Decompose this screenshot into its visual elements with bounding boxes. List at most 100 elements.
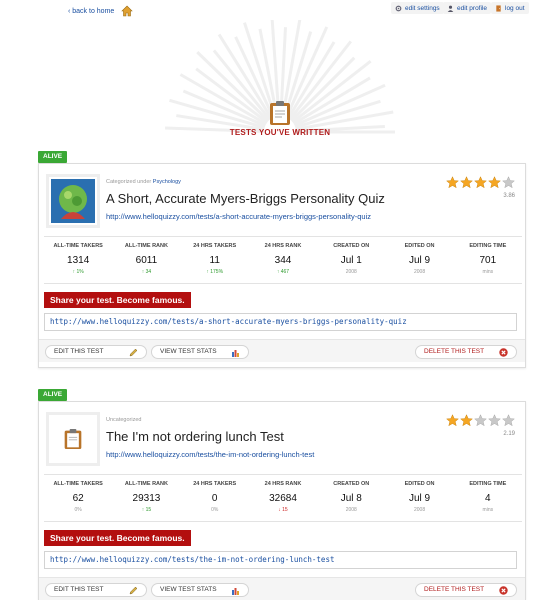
globe-brain-icon (51, 179, 95, 223)
log-out-label: log out (505, 4, 525, 12)
stat-all-time-takers: ALL-TIME TAKERS 62 0% (44, 475, 112, 521)
share-url-field[interactable]: http://www.helloquizzy.com/tests/a-short… (44, 313, 517, 331)
stat-24hrs-rank: 24 HRS RANK 32684 ↓ 15 (249, 475, 317, 521)
delete-icon (499, 347, 508, 357)
delete-test-button[interactable]: DELETE THIS TEST (415, 345, 517, 359)
star-filled-icon[interactable] (460, 414, 473, 427)
stat-label: EDITING TIME (469, 481, 507, 487)
star-filled-icon[interactable] (446, 414, 459, 427)
stat-year: 2008 (345, 507, 357, 513)
stat-24hrs-takers: 24 HRS TAKERS 11 ↑ 175% (181, 237, 249, 283)
stat-change: ↑ 15 (141, 507, 152, 513)
stats-row: ALL-TIME TAKERS 1314 ↑ 1% ALL-TIME RANK … (44, 236, 522, 284)
edit-test-button[interactable]: EDIT THIS TEST (45, 583, 147, 597)
test-card: Uncategorized The I'm not ordering lunch… (38, 401, 526, 600)
star-filled-icon[interactable] (488, 176, 501, 189)
stat-all-time-rank: ALL-TIME RANK 29313 ↑ 15 (112, 475, 180, 521)
top-bar: ‹ back to home edit settings edit profil… (0, 0, 560, 22)
stat-value: 4 (485, 493, 491, 504)
delete-test-label: DELETE THIS TEST (424, 586, 485, 593)
log-out-link[interactable]: log out (491, 2, 529, 14)
status-badge: ALIVE (38, 151, 68, 163)
star-rating[interactable] (446, 414, 515, 427)
edit-settings-link[interactable]: edit settings (391, 2, 444, 14)
test-title[interactable]: The I'm not ordering lunch Test (106, 429, 284, 444)
stat-all-time-takers: ALL-TIME TAKERS 1314 ↑ 1% (44, 237, 112, 283)
home-icon[interactable] (121, 5, 133, 17)
stat-value: Jul 9 (408, 493, 431, 504)
stat-label: 24 HRS RANK (264, 243, 302, 249)
test-url-link[interactable]: http://www.helloquizzy.com/tests/a-short… (106, 212, 371, 221)
edit-settings-label: edit settings (405, 4, 440, 12)
stat-label: 24 HRS TAKERS (193, 481, 237, 487)
stat-editing-time: EDITING TIME 701 mins (454, 237, 522, 283)
stat-change: ↑ 34 (141, 269, 152, 275)
stat-change: ↓ 15 (278, 507, 288, 513)
star-filled-icon[interactable] (460, 176, 473, 189)
delete-test-button[interactable]: DELETE THIS TEST (415, 583, 517, 597)
view-stats-label: VIEW TEST STATS (160, 348, 217, 355)
category-prefix: Categorized under (106, 179, 152, 185)
stat-value: 32684 (269, 493, 297, 504)
pencil-icon (129, 348, 138, 356)
star-empty-icon[interactable] (502, 176, 515, 189)
test-thumbnail[interactable] (46, 174, 100, 228)
edit-test-button[interactable]: EDIT THIS TEST (45, 345, 147, 359)
stat-change: 0% (74, 507, 82, 513)
view-stats-label: VIEW TEST STATS (160, 586, 217, 593)
share-banner: Share your test. Become famous. (44, 292, 191, 308)
stat-label: ALL-TIME TAKERS (53, 243, 103, 249)
status-badge: ALIVE (38, 389, 68, 401)
stat-24hrs-takers: 24 HRS TAKERS 0 0% (181, 475, 249, 521)
stat-label: ALL-TIME TAKERS (53, 481, 103, 487)
stat-label: 24 HRS TAKERS (193, 243, 237, 249)
stat-all-time-rank: ALL-TIME RANK 6011 ↑ 34 (112, 237, 180, 283)
share-url-field[interactable]: http://www.helloquizzy.com/tests/the-im-… (44, 551, 517, 569)
view-stats-button[interactable]: VIEW TEST STATS (151, 583, 249, 597)
stat-change: ↑ 175% (206, 269, 224, 275)
back-to-home-link[interactable]: ‹ back to home (68, 8, 114, 15)
test-card: Categorized under Psychology A Short, Ac… (38, 163, 526, 368)
stat-value: 344 (274, 255, 292, 266)
star-empty-icon[interactable] (502, 414, 515, 427)
bar-chart-icon (232, 349, 239, 357)
stat-unit: mins (482, 507, 494, 513)
stat-value: 29313 (132, 493, 161, 504)
test-thumbnail[interactable] (46, 412, 100, 466)
action-bar: EDIT THIS TEST VIEW TEST STATS DELETE TH… (39, 577, 525, 600)
stat-label: CREATED ON (333, 243, 370, 249)
test-title[interactable]: A Short, Accurate Myers-Briggs Personali… (106, 191, 385, 206)
clipboard-icon (270, 101, 290, 125)
stat-24hrs-rank: 24 HRS RANK 344 ↑ 467 (249, 237, 317, 283)
star-empty-icon[interactable] (488, 414, 501, 427)
edit-profile-link[interactable]: edit profile (443, 2, 491, 14)
stat-edited-on: EDITED ON Jul 9 2008 (385, 475, 453, 521)
pencil-icon (129, 586, 138, 594)
category-link[interactable]: Psychology (153, 179, 181, 185)
star-empty-icon[interactable] (474, 414, 487, 427)
stat-label: ALL-TIME RANK (124, 243, 168, 249)
stat-value: 701 (479, 255, 497, 266)
stat-value: Jul 1 (340, 255, 362, 266)
stat-year: 2008 (413, 269, 426, 275)
stat-value: 6011 (135, 255, 158, 266)
share-banner: Share your test. Become famous. (44, 530, 191, 546)
stat-label: EDITING TIME (469, 243, 507, 249)
view-stats-button[interactable]: VIEW TEST STATS (151, 345, 249, 359)
star-filled-icon[interactable] (446, 176, 459, 189)
user-icon (447, 5, 454, 12)
stat-change: 0% (211, 507, 219, 513)
star-filled-icon[interactable] (474, 176, 487, 189)
stat-change: ↑ 1% (72, 269, 84, 275)
stat-created-on: CREATED ON Jul 1 2008 (317, 237, 385, 283)
stat-value: 62 (72, 493, 84, 504)
test-url-link[interactable]: http://www.helloquizzy.com/tests/the-im-… (106, 450, 314, 459)
action-bar: EDIT THIS TEST VIEW TEST STATS DELETE TH… (39, 339, 525, 362)
star-rating[interactable] (446, 176, 515, 189)
category-prefix: Uncategorized (106, 417, 142, 423)
stat-year: 2008 (345, 269, 357, 275)
edit-test-label: EDIT THIS TEST (54, 586, 104, 593)
stat-editing-time: EDITING TIME 4 mins (454, 475, 522, 521)
page-title: TESTS YOU'VE WRITTEN (229, 128, 331, 137)
category-text: Uncategorized (106, 417, 141, 423)
